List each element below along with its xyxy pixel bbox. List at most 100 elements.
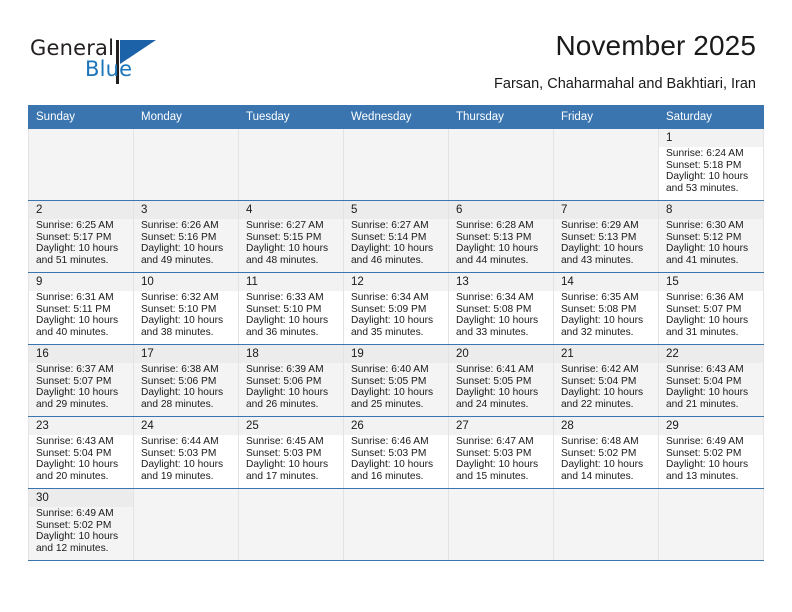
sunset-text: Sunset: 5:13 PM	[456, 231, 532, 243]
daylight-text: and 49 minutes.	[141, 254, 214, 266]
calendar-cell-empty	[553, 488, 659, 561]
sunset-text: Sunset: 5:08 PM	[456, 303, 532, 315]
daylight-text: Daylight: 10 hours	[141, 243, 224, 255]
sunrise-text: Sunrise: 6:43 AM	[36, 436, 114, 447]
day-details: Sunrise: 6:43 AM Sunset: 5:04 PM Daylight:…	[29, 435, 133, 484]
calendar-cell-empty	[343, 128, 449, 201]
day-number: 15	[659, 273, 763, 291]
calendar-day-cell[interactable]: 25 Sunrise: 6:45 AM Sunset: 5:03 PM Dayligh…	[238, 416, 344, 489]
calendar-day-cell[interactable]: 27 Sunrise: 6:47 AM Sunset: 5:03 PM Dayligh…	[448, 416, 554, 489]
page-subtitle: Farsan, Chaharmahal and Bakhtiari, Iran	[494, 76, 756, 92]
daylight-text: and 31 minutes.	[666, 326, 739, 338]
calendar-day-cell[interactable]: 30 Sunrise: 6:49 AM Sunset: 5:02 PM Dayligh…	[28, 488, 134, 561]
daylight-text: and 15 minutes.	[456, 470, 529, 482]
calendar-day-cell[interactable]: 15 Sunrise: 6:36 AM Sunset: 5:07 PM Dayligh…	[658, 272, 764, 345]
calendar-day-cell[interactable]: 5 Sunrise: 6:27 AM Sunset: 5:14 PM Daylight…	[343, 200, 449, 273]
calendar-day-cell[interactable]: 3 Sunrise: 6:26 AM Sunset: 5:16 PM Daylight…	[133, 200, 239, 273]
calendar-day-cell[interactable]: 6 Sunrise: 6:28 AM Sunset: 5:13 PM Daylight…	[448, 200, 554, 273]
day-number: 21	[554, 345, 658, 363]
daylight-text: and 22 minutes.	[561, 398, 634, 410]
daylight-text: Daylight: 10 hours	[666, 459, 749, 471]
daylight-text: Daylight: 10 hours	[36, 459, 119, 471]
daylight-text: and 51 minutes.	[36, 254, 109, 266]
calendar-day-cell[interactable]: 29 Sunrise: 6:49 AM Sunset: 5:02 PM Dayligh…	[658, 416, 764, 489]
sunset-text: Sunset: 5:09 PM	[351, 303, 427, 315]
calendar-cell-empty	[238, 488, 344, 561]
day-number: 26	[344, 417, 448, 435]
daylight-text: and 36 minutes.	[246, 326, 319, 338]
day-details: Sunrise: 6:49 AM Sunset: 5:02 PM Daylight:…	[29, 507, 133, 556]
weekday-header-wednesday: Wednesday	[343, 105, 449, 129]
day-details: Sunrise: 6:46 AM Sunset: 5:03 PM Daylight:…	[344, 435, 448, 484]
calendar-day-cell[interactable]: 1 Sunrise: 6:24 AM Sunset: 5:18 PM Daylight…	[658, 128, 764, 201]
calendar-cell-empty	[658, 488, 764, 561]
daylight-text: Daylight: 10 hours	[141, 459, 224, 471]
daylight-text: and 32 minutes.	[561, 326, 634, 338]
calendar-day-cell[interactable]: 16 Sunrise: 6:37 AM Sunset: 5:07 PM Dayligh…	[28, 344, 134, 417]
calendar-day-cell[interactable]: 18 Sunrise: 6:39 AM Sunset: 5:06 PM Dayligh…	[238, 344, 344, 417]
sunset-text: Sunset: 5:04 PM	[666, 375, 742, 387]
sunset-text: Sunset: 5:02 PM	[666, 447, 742, 459]
daylight-text: and 21 minutes.	[666, 398, 739, 410]
sunrise-text: Sunrise: 6:47 AM	[456, 436, 534, 447]
weekday-header-monday: Monday	[133, 105, 239, 129]
day-number: 18	[239, 345, 343, 363]
general-blue-logo[interactable]: General Blue	[30, 36, 165, 88]
calendar-day-cell[interactable]: 24 Sunrise: 6:44 AM Sunset: 5:03 PM Dayligh…	[133, 416, 239, 489]
sunrise-text: Sunrise: 6:38 AM	[141, 364, 219, 375]
day-details: Sunrise: 6:44 AM Sunset: 5:03 PM Daylight:…	[134, 435, 238, 484]
calendar-day-cell[interactable]: 26 Sunrise: 6:46 AM Sunset: 5:03 PM Dayligh…	[343, 416, 449, 489]
calendar-cell-empty	[238, 128, 344, 201]
calendar-day-cell[interactable]: 13 Sunrise: 6:34 AM Sunset: 5:08 PM Dayligh…	[448, 272, 554, 345]
day-number: 23	[29, 417, 133, 435]
day-details: Sunrise: 6:45 AM Sunset: 5:03 PM Daylight:…	[239, 435, 343, 484]
calendar-day-cell[interactable]: 19 Sunrise: 6:40 AM Sunset: 5:05 PM Dayligh…	[343, 344, 449, 417]
daylight-text: Daylight: 10 hours	[246, 387, 329, 399]
sunrise-text: Sunrise: 6:31 AM	[36, 292, 114, 303]
day-details: Sunrise: 6:26 AM Sunset: 5:16 PM Daylight:…	[134, 219, 238, 268]
calendar-week-row: 16 Sunrise: 6:37 AM Sunset: 5:07 PM Dayligh…	[28, 344, 764, 417]
calendar-day-cell[interactable]: 17 Sunrise: 6:38 AM Sunset: 5:06 PM Dayligh…	[133, 344, 239, 417]
sunset-text: Sunset: 5:07 PM	[36, 375, 112, 387]
calendar-day-cell[interactable]: 22 Sunrise: 6:43 AM Sunset: 5:04 PM Dayligh…	[658, 344, 764, 417]
daylight-text: and 17 minutes.	[246, 470, 319, 482]
calendar-day-cell[interactable]: 23 Sunrise: 6:43 AM Sunset: 5:04 PM Dayligh…	[28, 416, 134, 489]
day-number: 11	[239, 273, 343, 291]
sunrise-text: Sunrise: 6:27 AM	[351, 220, 429, 231]
calendar-day-cell[interactable]: 10 Sunrise: 6:32 AM Sunset: 5:10 PM Dayligh…	[133, 272, 239, 345]
day-number: 1	[659, 129, 763, 147]
sunrise-text: Sunrise: 6:26 AM	[141, 220, 219, 231]
calendar-day-cell[interactable]: 20 Sunrise: 6:41 AM Sunset: 5:05 PM Dayligh…	[448, 344, 554, 417]
sunrise-text: Sunrise: 6:37 AM	[36, 364, 114, 375]
day-details: Sunrise: 6:49 AM Sunset: 5:02 PM Daylight:…	[659, 435, 763, 484]
calendar-day-cell[interactable]: 28 Sunrise: 6:48 AM Sunset: 5:02 PM Dayligh…	[553, 416, 659, 489]
sunrise-text: Sunrise: 6:24 AM	[666, 148, 744, 159]
calendar-day-cell[interactable]: 14 Sunrise: 6:35 AM Sunset: 5:08 PM Dayligh…	[553, 272, 659, 345]
calendar-day-cell[interactable]: 21 Sunrise: 6:42 AM Sunset: 5:04 PM Dayligh…	[553, 344, 659, 417]
calendar-cell-empty	[28, 128, 134, 201]
calendar-day-cell[interactable]: 12 Sunrise: 6:34 AM Sunset: 5:09 PM Dayligh…	[343, 272, 449, 345]
calendar-day-cell[interactable]: 11 Sunrise: 6:33 AM Sunset: 5:10 PM Dayligh…	[238, 272, 344, 345]
calendar-day-cell[interactable]: 9 Sunrise: 6:31 AM Sunset: 5:11 PM Daylight…	[28, 272, 134, 345]
sunset-text: Sunset: 5:15 PM	[246, 231, 322, 243]
calendar-day-cell[interactable]: 2 Sunrise: 6:25 AM Sunset: 5:17 PM Daylight…	[28, 200, 134, 273]
calendar-day-cell[interactable]: 8 Sunrise: 6:30 AM Sunset: 5:12 PM Daylight…	[658, 200, 764, 273]
calendar-day-cell[interactable]: 7 Sunrise: 6:29 AM Sunset: 5:13 PM Daylight…	[553, 200, 659, 273]
sunset-text: Sunset: 5:11 PM	[36, 303, 111, 315]
sunset-text: Sunset: 5:04 PM	[561, 375, 637, 387]
weekday-header-tuesday: Tuesday	[238, 105, 344, 129]
day-details: Sunrise: 6:28 AM Sunset: 5:13 PM Daylight:…	[449, 219, 553, 268]
daylight-text: and 33 minutes.	[456, 326, 529, 338]
sunrise-text: Sunrise: 6:40 AM	[351, 364, 429, 375]
calendar-day-cell[interactable]: 4 Sunrise: 6:27 AM Sunset: 5:15 PM Daylight…	[238, 200, 344, 273]
sunset-text: Sunset: 5:18 PM	[666, 159, 742, 171]
day-details: Sunrise: 6:39 AM Sunset: 5:06 PM Daylight:…	[239, 363, 343, 412]
sunset-text: Sunset: 5:05 PM	[456, 375, 532, 387]
day-number: 24	[134, 417, 238, 435]
daylight-text: Daylight: 10 hours	[561, 315, 644, 327]
sunset-text: Sunset: 5:10 PM	[246, 303, 322, 315]
daylight-text: and 53 minutes.	[666, 182, 739, 194]
sunrise-text: Sunrise: 6:36 AM	[666, 292, 744, 303]
daylight-text: and 16 minutes.	[351, 470, 424, 482]
day-number: 20	[449, 345, 553, 363]
